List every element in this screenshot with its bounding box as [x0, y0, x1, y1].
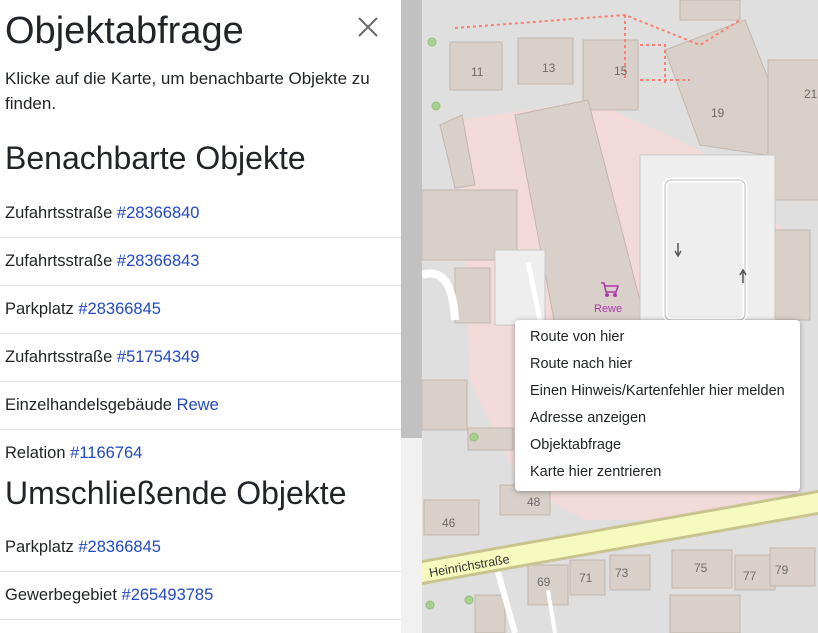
menu-item-route-to[interactable]: Route nach hier	[515, 351, 800, 378]
list-item: Zufahrtsstraße #28366840	[0, 190, 401, 238]
menu-item-query-features[interactable]: Objektabfrage	[515, 432, 800, 459]
house-number: 11	[471, 65, 484, 79]
list-item: Einzelhandelsgebäude Rewe	[0, 382, 401, 430]
sidebar-scrollbar[interactable]	[401, 0, 422, 633]
house-number: 21	[804, 87, 818, 101]
nearby-heading: Benachbarte Objekte	[5, 140, 306, 176]
close-icon[interactable]	[355, 14, 381, 40]
context-menu: Route von hier Route nach hier Einen Hin…	[515, 320, 800, 491]
object-link[interactable]: #28366843	[117, 252, 200, 270]
sidebar: Objektabfrage Klicke auf die Karte, um b…	[0, 0, 401, 633]
enclosing-heading: Umschließende Objekte	[5, 475, 347, 511]
object-link[interactable]: #28366845	[78, 538, 161, 556]
list-item: Zufahrtsstraße #51754349	[0, 334, 401, 382]
list-item: Gewerbegebiet #265493785	[0, 572, 401, 620]
list-item: Parkplatz #28366845	[0, 524, 401, 572]
object-link[interactable]: #28366845	[78, 300, 161, 318]
list-item: Zufahrtsstraße #28366843	[0, 238, 401, 286]
house-number: 19	[711, 106, 725, 120]
house-number: 77	[743, 569, 757, 583]
map[interactable]: Rewe 11 13 15 19 21 46 48 69 71 73 75 77…	[422, 0, 818, 633]
house-number: 71	[579, 571, 593, 585]
house-number: 46	[442, 516, 456, 530]
shop-label: Rewe	[594, 303, 622, 315]
menu-item-report-note[interactable]: Einen Hinweis/Kartenfehler hier melden	[515, 378, 800, 405]
object-link[interactable]: #28366840	[117, 204, 200, 222]
house-number: 79	[775, 563, 789, 577]
object-link[interactable]: Rewe	[177, 396, 219, 414]
scrollbar-thumb[interactable]	[401, 0, 422, 438]
house-number: 15	[614, 64, 628, 78]
intro-text: Klicke auf die Karte, um benachbarte Obj…	[5, 69, 370, 113]
object-link[interactable]: #51754349	[117, 348, 200, 366]
house-number: 69	[537, 575, 551, 589]
house-number: 75	[694, 561, 708, 575]
list-item: Parkplatz #28366845	[0, 286, 401, 334]
house-number: 73	[615, 566, 629, 580]
object-link[interactable]: #1166764	[70, 444, 142, 462]
object-link[interactable]: #265493785	[122, 586, 214, 604]
menu-item-show-address[interactable]: Adresse anzeigen	[515, 405, 800, 432]
page-title: Objektabfrage	[5, 10, 244, 52]
house-number: 48	[527, 495, 541, 509]
list-item: Relation #1166764	[5, 444, 143, 462]
menu-item-center-map[interactable]: Karte hier zentrieren	[515, 459, 800, 486]
house-number: 13	[542, 61, 556, 75]
nearby-list: Zufahrtsstraße #28366840 Zufahrtsstraße …	[0, 190, 401, 477]
menu-item-route-from[interactable]: Route von hier	[515, 324, 800, 351]
enclosing-list: Parkplatz #28366845 Gewerbegebiet #26549…	[0, 524, 401, 620]
